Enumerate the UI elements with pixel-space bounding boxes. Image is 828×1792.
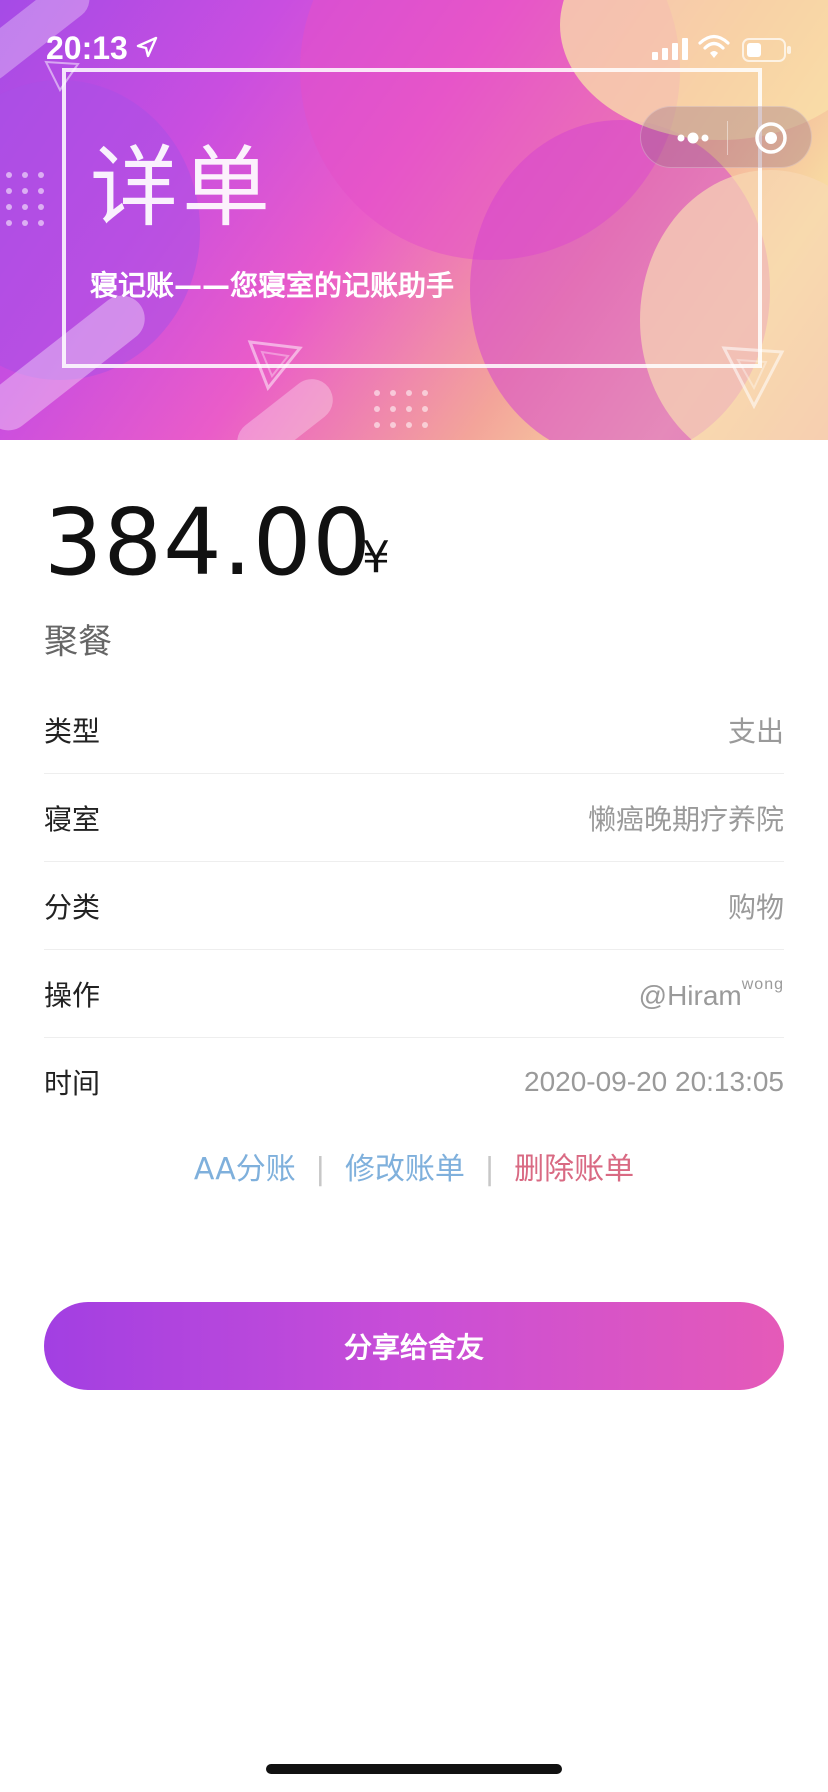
bill-name: 聚餐 — [44, 622, 112, 662]
detail-row-time: 时间 2020-09-20 20:13:05 — [44, 1038, 784, 1126]
capsule-divider — [727, 121, 728, 155]
bill-amount-row: 384.00 ¥ — [44, 488, 390, 598]
operator-sup: wong — [741, 975, 784, 993]
bill-actions: AA分账 | 修改账单 | 删除账单 — [0, 1148, 828, 1192]
delete-bill-link[interactable]: 删除账单 — [514, 1152, 634, 1187]
detail-row-operator: 操作 @Hiramwong — [44, 950, 784, 1038]
status-time: 20:13 — [46, 30, 128, 66]
home-indicator — [266, 1764, 562, 1774]
detail-row-type: 类型 支出 — [44, 686, 784, 774]
more-dots-icon — [677, 132, 709, 144]
detail-label: 分类 — [44, 890, 101, 924]
currency-symbol: ¥ — [362, 532, 390, 583]
signal-icon — [652, 38, 688, 60]
location-arrow-icon — [136, 36, 158, 58]
close-target-icon — [755, 122, 787, 154]
action-separator: | — [315, 1152, 326, 1187]
detail-value: 支出 — [727, 714, 784, 748]
detail-label: 类型 — [44, 714, 101, 748]
bill-amount: 384.00 — [44, 489, 372, 596]
battery-icon — [742, 38, 791, 62]
detail-value: 2020-09-20 20:13:05 — [524, 1066, 784, 1097]
page-title: 详单 — [90, 136, 275, 239]
detail-value: 懒癌晚期疗养院 — [587, 802, 784, 836]
detail-row-category: 分类 购物 — [44, 862, 784, 950]
more-button[interactable] — [665, 107, 727, 169]
detail-label: 时间 — [44, 1067, 101, 1100]
aa-split-link[interactable]: AA分账 — [194, 1152, 296, 1187]
detail-list: 类型 支出 寝室 懒癌晚期疗养院 分类 购物 操作 @Hiramwong 时间 … — [44, 686, 784, 1126]
miniprogram-capsule — [640, 106, 812, 168]
share-button[interactable]: 分享给舍友 — [44, 1302, 784, 1390]
detail-row-dorm: 寝室 懒癌晚期疗养院 — [44, 774, 784, 862]
status-bar: 20:13 — [0, 0, 828, 100]
action-separator: | — [484, 1152, 495, 1187]
detail-label: 寝室 — [44, 802, 101, 836]
detail-value: @Hiramwong — [639, 976, 784, 1012]
close-button[interactable] — [737, 107, 807, 169]
detail-label: 操作 — [44, 978, 101, 1012]
operator-name: @Hiram — [638, 979, 742, 1011]
edit-bill-link[interactable]: 修改账单 — [345, 1152, 465, 1187]
wifi-icon — [698, 34, 730, 58]
detail-value: 购物 — [727, 890, 784, 924]
page-subtitle: 寝记账——您寝室的记账助手 — [90, 269, 455, 302]
